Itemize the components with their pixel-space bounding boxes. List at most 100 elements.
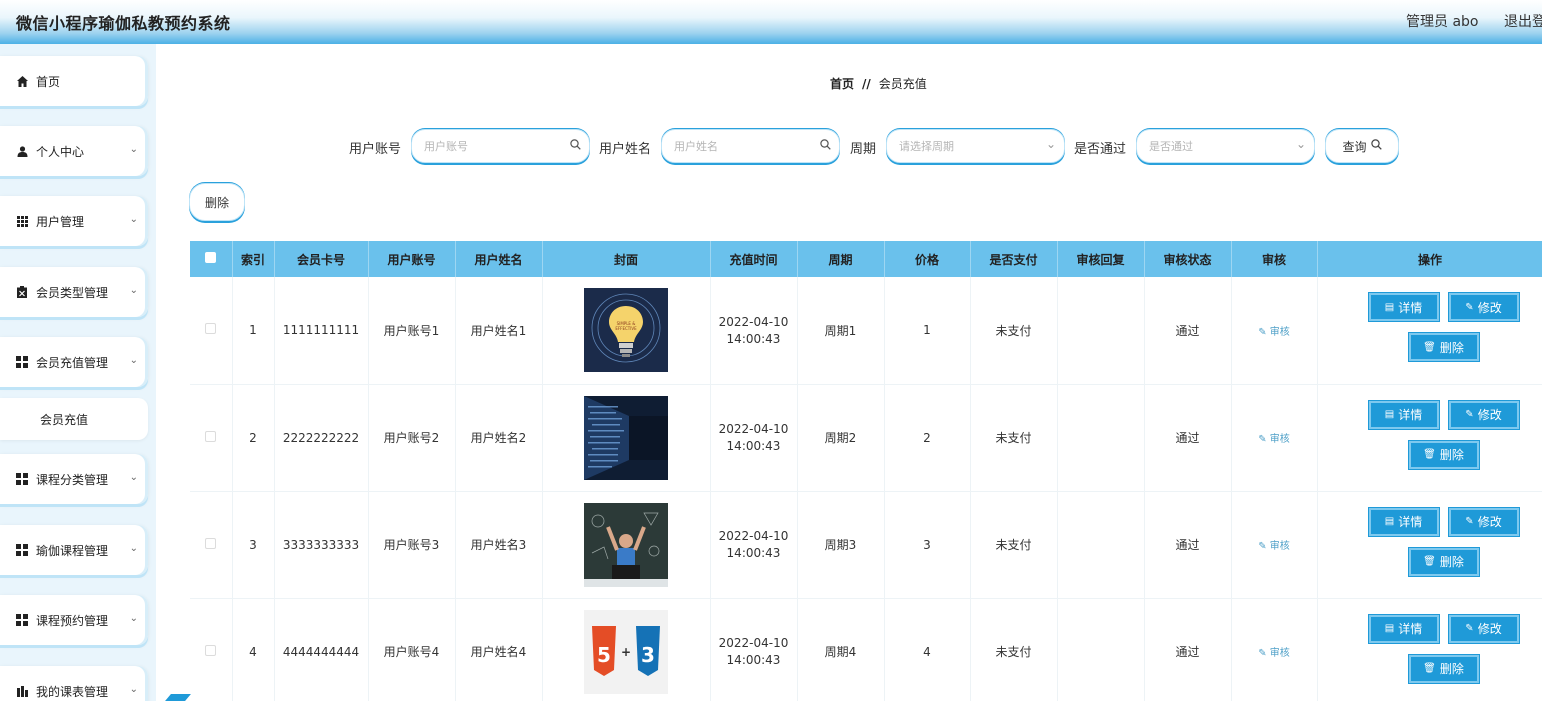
- chevron-down-icon: ⌄: [129, 543, 138, 554]
- audit-status-cell: 通过: [1144, 491, 1232, 599]
- table-row: 3 3333333333 用户账号3 用户姓名3 2022-04-10 14:00:43 周…: [190, 491, 1542, 599]
- sidebar-item-personal-center[interactable]: 个人中心 ⌄: [0, 126, 148, 176]
- cover-cell: SIMPLE & EFFECTIVE: [542, 277, 711, 385]
- sidebar-item-label: 会员类型管理: [36, 285, 109, 300]
- detail-button[interactable]: ▤ 详情: [1368, 614, 1439, 643]
- actions-cell: ▤ 详情 ✎ 修改 🗑 删除: [1317, 491, 1542, 599]
- sidebar-item-yoga-course-management[interactable]: 瑜伽课程管理 ⌄: [0, 525, 148, 575]
- audit-link[interactable]: ✎ 审核: [1258, 327, 1290, 338]
- card-number-cell: 1111111111: [274, 277, 369, 385]
- chevron-down-icon: ⌄: [129, 285, 138, 296]
- sidebar-item-my-schedule-management[interactable]: 我的课表管理 ⌄: [0, 666, 148, 701]
- audit-cell: ✎ 审核: [1231, 384, 1318, 492]
- detail-button[interactable]: ▤ 详情: [1368, 507, 1439, 536]
- edit-button[interactable]: ✎ 修改: [1448, 293, 1519, 322]
- user-icon: [15, 144, 29, 158]
- audit-cell: ✎ 审核: [1231, 277, 1318, 385]
- edit-pen-icon: ✎: [1465, 623, 1474, 634]
- chevron-down-icon: ⌄: [129, 472, 138, 483]
- sidebar-item-member-recharge-management[interactable]: 会员充值管理 ⌄: [0, 337, 148, 387]
- row-select-cell[interactable]: [190, 384, 233, 492]
- audit-link[interactable]: ✎ 审核: [1258, 541, 1290, 552]
- home-icon: [15, 74, 29, 88]
- recharge-time-cell: 2022-04-10 14:00:43: [710, 384, 798, 492]
- audit-link[interactable]: ✎ 审核: [1258, 648, 1290, 659]
- row-checkbox[interactable]: [205, 323, 217, 335]
- recharge-date: 2022-04-10: [718, 636, 789, 650]
- grid-icon: [15, 355, 29, 369]
- audit-link-label: 审核: [1269, 326, 1290, 338]
- sidebar-item-course-category-management[interactable]: 课程分类管理 ⌄: [0, 454, 148, 504]
- sidebar-item-user-management[interactable]: 用户管理 ⌄: [0, 196, 148, 246]
- edit-button[interactable]: ✎ 修改: [1448, 400, 1519, 429]
- period-cell: 周期4: [797, 598, 885, 701]
- query-button[interactable]: 查询: [1325, 129, 1399, 163]
- search-icon: [1370, 139, 1382, 153]
- index-cell: 2: [232, 384, 275, 492]
- column-header: 用户账号: [368, 241, 456, 277]
- column-header: 审核: [1231, 241, 1318, 277]
- chart-icon: [15, 684, 29, 698]
- chevron-down-icon: ⌄: [1295, 137, 1306, 151]
- row-checkbox[interactable]: [205, 430, 217, 442]
- price-cell: 4: [884, 598, 971, 701]
- row-select-cell[interactable]: [190, 598, 233, 701]
- detail-button[interactable]: ▤ 详情: [1368, 400, 1439, 429]
- account-cell: 用户账号3: [368, 491, 456, 599]
- edit-button[interactable]: ✎ 修改: [1448, 614, 1519, 643]
- name-cell: 用户姓名4: [455, 598, 543, 701]
- delete-button[interactable]: 🗑 删除: [1408, 654, 1479, 683]
- app-title: 微信小程序瑜伽私教预约系统: [16, 14, 231, 33]
- select-all-header[interactable]: [190, 241, 233, 277]
- chevron-down-icon: ⌄: [129, 144, 138, 155]
- row-checkbox[interactable]: [205, 644, 217, 656]
- sidebar-item-home[interactable]: 首页: [0, 56, 148, 106]
- row-select-cell[interactable]: [190, 277, 233, 385]
- grid-icon: [15, 543, 29, 557]
- row-select-cell[interactable]: [190, 491, 233, 599]
- sidebar-item-course-booking-management[interactable]: 课程预约管理 ⌄: [0, 595, 148, 645]
- name-cell: 用户姓名2: [455, 384, 543, 492]
- delete-button[interactable]: 🗑 删除: [1408, 440, 1479, 469]
- cover-cell: 5 +3: [542, 598, 711, 701]
- account-cell: 用户账号1: [368, 277, 456, 385]
- trash-icon: 🗑: [1423, 556, 1436, 567]
- chevron-down-icon: ⌄: [1045, 137, 1056, 151]
- top-header: 微信小程序瑜伽私教预约系统 管理员 abo 退出登录: [0, 0, 1542, 44]
- batch-delete-button[interactable]: 删除: [189, 183, 245, 221]
- pass-select[interactable]: ⌄: [1136, 129, 1315, 163]
- select-all-checkbox[interactable]: [205, 252, 217, 263]
- document-icon: ▤: [1384, 623, 1395, 634]
- delete-button[interactable]: 🗑 删除: [1408, 547, 1479, 576]
- name-search-field[interactable]: [661, 129, 840, 163]
- name-search-input[interactable]: [674, 139, 814, 153]
- edit-button[interactable]: ✎ 修改: [1448, 507, 1519, 536]
- column-header: 会员卡号: [274, 241, 369, 277]
- delete-button[interactable]: 🗑 删除: [1408, 333, 1479, 362]
- sidebar-item-member-type-management[interactable]: 会员类型管理 ⌄: [0, 267, 148, 317]
- period-select-input[interactable]: [899, 139, 1039, 153]
- account-search-field[interactable]: [411, 129, 590, 163]
- detail-button[interactable]: ▤ 详情: [1368, 293, 1439, 322]
- main-content: 首页 // 会员充值 用户账号 用户姓名 周期 ⌄ 是否通过 ⌄ 查询 删除: [156, 44, 1542, 701]
- audit-reply-cell: [1057, 598, 1145, 701]
- blackboard-image: [584, 502, 668, 587]
- period-select[interactable]: ⌄: [886, 129, 1065, 163]
- edit-pen-icon: ✎: [1258, 541, 1270, 552]
- sidebar-subitem-member-recharge[interactable]: 会员充值: [0, 398, 148, 440]
- breadcrumb-home[interactable]: 首页: [830, 77, 854, 91]
- pass-select-label: 是否通过: [1074, 142, 1127, 157]
- index-cell: 1: [232, 277, 275, 385]
- audit-link[interactable]: ✎ 审核: [1258, 434, 1290, 445]
- edit-button-label: 修改: [1477, 408, 1502, 422]
- logout-link[interactable]: 退出登录: [1504, 11, 1542, 31]
- breadcrumb: 首页 // 会员充值: [830, 75, 927, 92]
- period-select-label: 周期: [850, 142, 877, 157]
- row-checkbox[interactable]: [205, 537, 217, 549]
- account-search-input[interactable]: [424, 139, 564, 153]
- edit-pen-icon: ✎: [1258, 326, 1270, 338]
- price-cell: 1: [884, 277, 971, 385]
- pass-select-input[interactable]: [1149, 139, 1289, 153]
- account-search-label: 用户账号: [349, 142, 402, 157]
- name-cell: 用户姓名1: [455, 277, 543, 385]
